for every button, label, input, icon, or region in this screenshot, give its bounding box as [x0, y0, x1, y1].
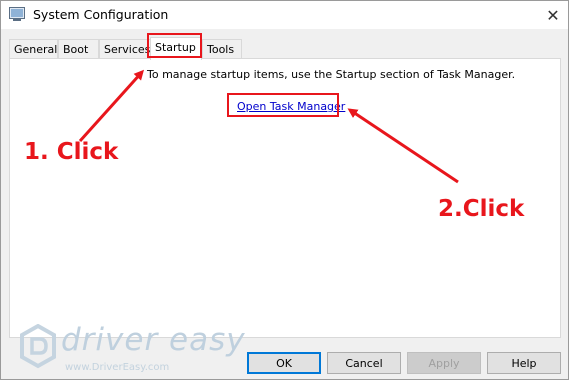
drivereasy-logo-icon [20, 324, 56, 369]
apply-button[interactable]: Apply [407, 352, 481, 374]
close-icon[interactable]: ✕ [538, 1, 568, 29]
open-task-manager-link[interactable]: Open Task Manager [237, 100, 345, 113]
window-title: System Configuration [33, 7, 169, 22]
tab-boot[interactable]: Boot [58, 39, 99, 59]
tab-general[interactable]: General [9, 39, 58, 59]
cancel-button[interactable]: Cancel [327, 352, 401, 374]
startup-message: To manage startup items, use the Startup… [147, 68, 516, 81]
system-configuration-window: System Configuration ✕ General Boot Serv… [0, 0, 569, 380]
tab-services[interactable]: Services [99, 39, 151, 59]
title-bar: System Configuration ✕ [1, 1, 568, 29]
step2-label: 2.Click [438, 196, 525, 222]
ok-button[interactable]: OK [247, 352, 321, 374]
help-button[interactable]: Help [487, 352, 561, 374]
system-config-icon [9, 7, 25, 21]
step1-label: 1. Click [24, 139, 119, 165]
tab-startup[interactable]: Startup [150, 37, 202, 60]
tab-tools[interactable]: Tools [202, 39, 242, 59]
watermark-url: www.DriverEasy.com [65, 362, 170, 373]
watermark-name: driver easy [61, 322, 246, 358]
